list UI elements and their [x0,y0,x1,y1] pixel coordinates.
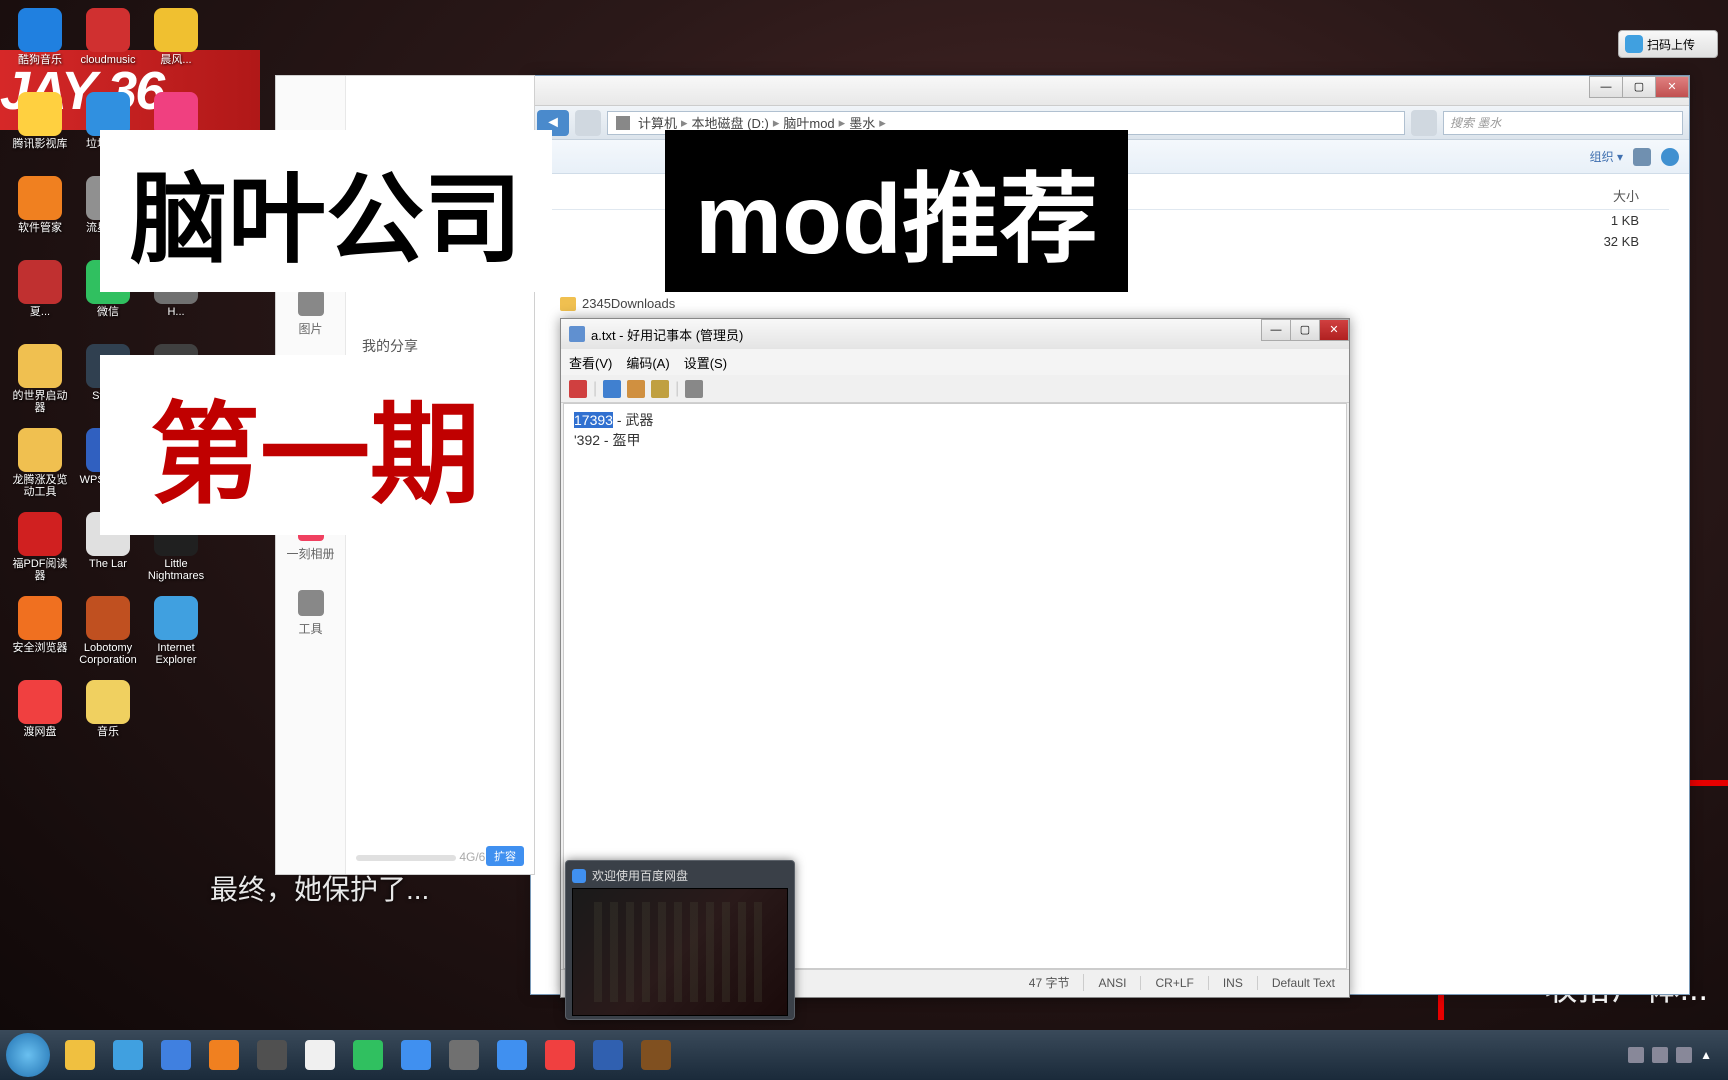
expand-storage-button[interactable]: 扩容 [486,846,524,866]
refresh-button[interactable] [1411,110,1437,136]
find-icon[interactable] [685,380,703,398]
taskbar: ▲ [0,1030,1728,1080]
start-button[interactable] [6,1033,50,1077]
maximize-button[interactable]: ▢ [1622,76,1656,98]
cloud-label: 扫码上传 [1647,36,1695,53]
tray-icon[interactable] [1628,1047,1644,1063]
taskbar-app[interactable] [394,1035,438,1075]
np-minimize-button[interactable]: — [1261,319,1291,341]
taskbar-app[interactable] [106,1035,150,1075]
nav-forward-button[interactable] [575,110,601,136]
taskbar-app[interactable] [154,1035,198,1075]
help-icon[interactable] [1661,148,1679,166]
taskbar-app[interactable] [490,1035,534,1075]
taskbar-app[interactable] [298,1035,342,1075]
minimize-button[interactable]: — [1589,76,1623,98]
desktop-icon[interactable]: 酷狗音乐 [8,8,72,88]
taskbar-app[interactable] [58,1035,102,1075]
folder-icon [560,297,576,311]
status-mode: INS [1209,976,1258,990]
thumb-app-icon [572,869,586,883]
cut-icon[interactable] [603,380,621,398]
taskbar-thumbnail[interactable]: 欢迎使用百度网盘 [565,860,795,1020]
notepad-titlebar[interactable]: a.txt - 好用记事本 (管理员) — ▢ ✕ [561,319,1349,349]
taskbar-app[interactable] [586,1035,630,1075]
status-type: Default Text [1258,976,1349,990]
desktop-icon[interactable]: 安全浏览器 [8,596,72,676]
cloud-upload-widget[interactable]: 扫码上传 [1618,30,1718,58]
desktop-icon[interactable]: 腾讯影视库 [8,92,72,172]
menu-item[interactable]: 编码(A) [626,353,669,372]
desktop-icon[interactable]: 福PDF阅读器 [8,512,72,592]
column-size[interactable]: 大小 [1549,186,1669,205]
desktop-icon[interactable]: 龙腾涨及览动工具 [8,428,72,508]
desktop-icon[interactable]: 音乐 [76,680,140,760]
status-encoding: ANSI [1084,976,1141,990]
close-button[interactable]: ✕ [1655,76,1689,98]
desktop-icon[interactable]: 的世界启动器 [8,344,72,424]
desktop-icon[interactable]: Internet Explorer [144,596,208,676]
menu-item[interactable]: 查看(V) [569,353,612,372]
notepad-menubar: 查看(V) 编码(A) 设置(S) [561,349,1349,375]
search-input[interactable]: 搜索 墨水 [1443,111,1683,135]
copy-icon[interactable] [627,380,645,398]
explorer-titlebar[interactable]: — ▢ ✕ [531,76,1689,106]
desktop-icon[interactable]: 晨风... [144,8,208,88]
tray-icon[interactable] [1676,1047,1692,1063]
taskbar-app[interactable] [202,1035,246,1075]
tree-folder[interactable]: 2345Downloads [560,296,675,311]
view-icon[interactable] [1633,148,1651,166]
paste-icon[interactable] [651,380,669,398]
system-tray[interactable]: ▲ [1628,1047,1722,1063]
desktop-icon[interactable]: 渡网盘 [8,680,72,760]
baidu-tab[interactable]: 工具 [276,576,345,651]
overlay-title-1: 脑叶公司 [100,130,552,292]
taskbar-app[interactable] [634,1035,678,1075]
notepad-title: a.txt - 好用记事本 (管理员) [591,325,743,344]
desktop-icon[interactable]: cloudmusic [76,8,140,88]
status-bytes: 47 字节 [1015,974,1085,991]
thumbnail-preview [572,888,788,1016]
np-maximize-button[interactable]: ▢ [1290,319,1320,341]
menu-item[interactable]: 设置(S) [684,353,727,372]
cloud-icon [1625,35,1643,53]
tool-icon[interactable] [569,380,587,398]
desktop-icon[interactable]: 软件管家 [8,176,72,256]
taskbar-app[interactable] [442,1035,486,1075]
taskbar-app[interactable] [250,1035,294,1075]
overlay-title-3: 第一期 [100,355,530,535]
status-lineend: CR+LF [1141,976,1208,990]
taskbar-app[interactable] [538,1035,582,1075]
np-close-button[interactable]: ✕ [1319,319,1349,341]
desktop-icon[interactable]: 夏... [8,260,72,340]
tray-icon[interactable] [1652,1047,1668,1063]
thumb-title-text: 欢迎使用百度网盘 [592,867,688,884]
notepad-icon [569,326,585,342]
overlay-title-2: mod推荐 [665,130,1128,292]
taskbar-app[interactable] [346,1035,390,1075]
notepad-toolbar: | | [561,375,1349,403]
desktop-icon[interactable]: Lobotomy Corporation [76,596,140,676]
